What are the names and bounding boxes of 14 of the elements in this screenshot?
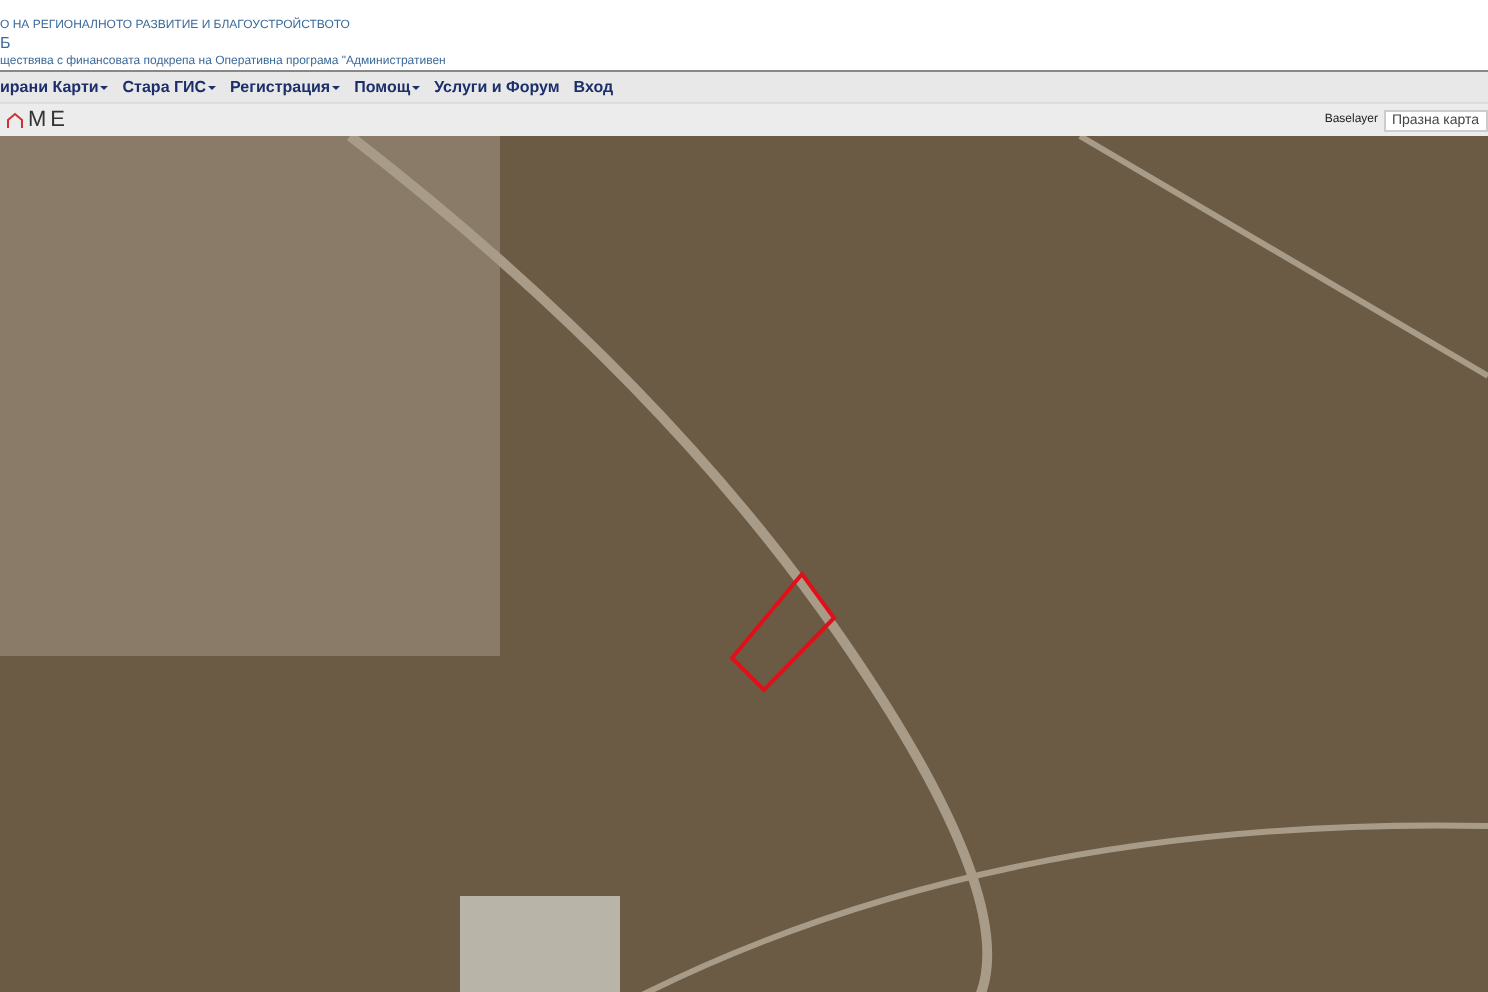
logo-text: ME: [28, 108, 69, 132]
menu-item[interactable]: Помощ: [354, 78, 421, 96]
caret-icon: [412, 83, 421, 91]
caret-icon: [332, 83, 341, 91]
menu-item[interactable]: ирани Карти: [0, 78, 109, 96]
menu-item[interactable]: Стара ГИС: [122, 78, 217, 96]
menu-item[interactable]: Вход: [573, 78, 614, 96]
menu-item[interactable]: Услуги и Форум: [434, 78, 560, 96]
caret-icon: [208, 83, 217, 91]
house-icon: [6, 111, 24, 129]
header-text: Б: [0, 36, 13, 52]
caret-icon: [100, 83, 109, 91]
parcel-outline: [728, 570, 840, 694]
menu-item[interactable]: Регистрация: [230, 78, 341, 96]
